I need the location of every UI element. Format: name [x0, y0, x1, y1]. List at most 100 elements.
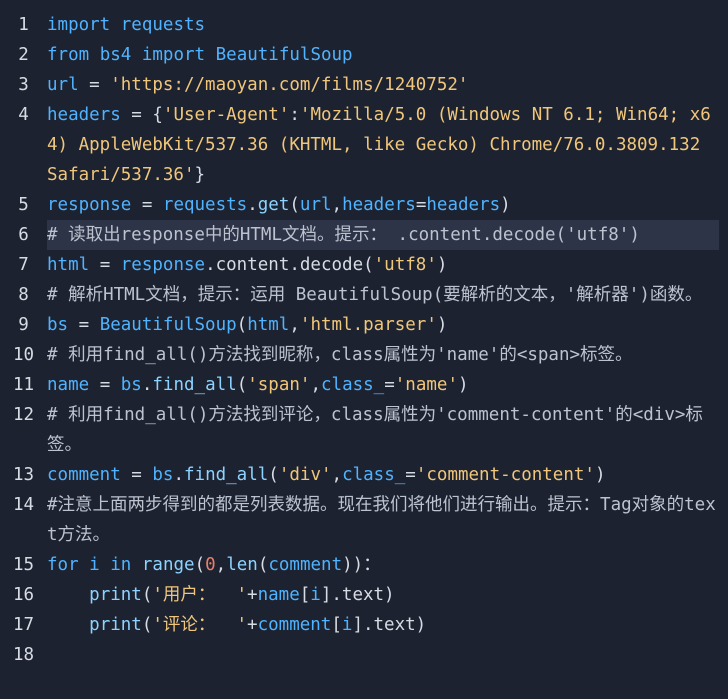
- code-token: url: [299, 195, 332, 215]
- code-line[interactable]: 5 response = requests.get(url,headers=hea…: [0, 190, 728, 220]
- code-token: ): [457, 375, 469, 395]
- code-token: (: [236, 375, 248, 395]
- line-number: 3: [18, 75, 29, 95]
- code-token: =: [68, 315, 100, 335]
- code-line[interactable]: 10 # 利用find_all()方法找到昵称，class属性为'name'的<s…: [0, 340, 728, 370]
- code-token: class_: [321, 375, 385, 395]
- code-text[interactable]: import requests: [47, 10, 719, 40]
- code-text[interactable]: name = bs.find_all('span',class_='name'): [47, 370, 719, 400]
- code-token: for: [47, 555, 79, 575]
- code-token: [: [299, 585, 311, 605]
- code-token: BeautifulSoup: [215, 45, 353, 65]
- code-token: find_all: [184, 465, 269, 485]
- code-token: =: [405, 465, 416, 485]
- code-token: ))：: [342, 555, 381, 575]
- code-line[interactable]: 15 for i in range(0,len(comment))：: [0, 550, 728, 580]
- code-token: =: [89, 375, 121, 395]
- code-text[interactable]: print('评论： '+comment[i].text): [47, 610, 719, 640]
- line-number: 7: [18, 255, 29, 275]
- code-text[interactable]: bs = BeautifulSoup(html,'html.parser'): [47, 310, 719, 340]
- code-line[interactable]: 7 html = response.content.decode('utf8'): [0, 250, 728, 280]
- code-line[interactable]: 9 bs = BeautifulSoup(html,'html.parser'): [0, 310, 728, 340]
- code-token: ,: [331, 195, 343, 215]
- code-editor[interactable]: 1 import requests 2 from bs4 import Beautif…: [0, 0, 728, 699]
- code-text[interactable]: from bs4 import BeautifulSoup: [47, 40, 719, 70]
- code-token: # 解析HTML文档，提示：运用 BeautifulSoup(要解析的文本，'解…: [47, 285, 703, 305]
- code-token: =: [415, 195, 427, 215]
- code-text[interactable]: response = requests.get(url,headers=head…: [47, 190, 719, 220]
- code-line[interactable]: 16 print('用户： '+name[i].text): [0, 580, 728, 610]
- code-text[interactable]: print('用户： '+name[i].text): [47, 580, 719, 610]
- line-number: 16: [12, 585, 35, 605]
- code-token: (: [194, 555, 206, 575]
- code-token: +: [247, 585, 258, 605]
- code-text[interactable]: # 解析HTML文档，提示：运用 BeautifulSoup(要解析的文本，'解…: [47, 280, 719, 310]
- code-token: ,: [331, 465, 343, 485]
- code-line[interactable]: 4 headers = {'User-Agent':'Mozilla/5.0 (W…: [0, 100, 728, 190]
- code-text[interactable]: # 利用find_all()方法找到评论，class属性为'comment-co…: [47, 400, 719, 460]
- code-text[interactable]: for i in range(0,len(comment))：: [47, 550, 719, 580]
- code-token: in: [110, 555, 132, 575]
- code-token: 'User-Agent': [162, 105, 290, 125]
- line-number: 9: [18, 315, 29, 335]
- code-line[interactable]: 2 from bs4 import BeautifulSoup: [0, 40, 728, 70]
- code-text[interactable]: [47, 640, 719, 670]
- code-token: range: [141, 555, 195, 575]
- code-token: ,: [310, 375, 321, 395]
- code-token: response: [47, 195, 132, 215]
- code-token: # 利用find_all()方法找到昵称，class属性为'name'的<spa…: [47, 345, 633, 365]
- code-token: ].text): [352, 615, 427, 635]
- code-token: +: [247, 615, 258, 635]
- code-token: requests: [162, 195, 248, 215]
- code-token: (: [236, 315, 248, 335]
- code-line[interactable]: 11 name = bs.find_all('span',class_='name…: [0, 370, 728, 400]
- code-line[interactable]: 3 url = 'https://maoyan.com/films/1240752…: [0, 70, 728, 100]
- code-line[interactable]: 12 # 利用find_all()方法找到评论，class属性为'comment-…: [0, 400, 728, 460]
- code-token: comment: [257, 615, 332, 635]
- code-text[interactable]: html = response.content.decode('utf8'): [47, 250, 719, 280]
- code-token: =: [120, 465, 153, 485]
- code-text[interactable]: headers = {'User-Agent':'Mozilla/5.0 (Wi…: [47, 100, 719, 190]
- code-line[interactable]: 18: [0, 640, 728, 670]
- code-token: = {: [120, 105, 163, 125]
- code-text[interactable]: url = 'https://maoyan.com/films/1240752': [47, 70, 719, 100]
- code-token: get: [257, 195, 290, 215]
- code-token: }: [194, 165, 206, 185]
- line-number: 11: [12, 375, 35, 395]
- code-token: =: [131, 195, 163, 215]
- code-token: .: [141, 375, 153, 395]
- code-token: (: [257, 555, 269, 575]
- code-token: [: [331, 615, 342, 635]
- code-line[interactable]: 14 #注意上面两步得到的都是列表数据。现在我们将他们进行输出。提示：Tag对象的…: [0, 490, 728, 550]
- code-token: (: [141, 585, 153, 605]
- line-number: 15: [12, 555, 35, 575]
- code-text[interactable]: # 读取出response中的HTML文档。提示： .content.decod…: [47, 220, 719, 250]
- code-line[interactable]: 8 # 解析HTML文档，提示：运用 BeautifulSoup(要解析的文本，'…: [0, 280, 728, 310]
- code-token: (: [141, 615, 153, 635]
- code-token: import: [141, 45, 206, 65]
- code-token: name: [257, 585, 300, 605]
- code-line[interactable]: 1 import requests: [0, 10, 728, 40]
- code-line[interactable]: 6 # 读取出response中的HTML文档。提示： .content.deco…: [0, 220, 728, 250]
- code-token: from: [47, 45, 90, 65]
- code-line[interactable]: 13 comment = bs.find_all('div',class_='co…: [0, 460, 728, 490]
- code-text[interactable]: # 利用find_all()方法找到昵称，class属性为'name'的<spa…: [47, 340, 719, 370]
- code-token: comment: [47, 465, 121, 485]
- code-token: =: [384, 375, 395, 395]
- line-number: 2: [18, 45, 29, 65]
- code-text[interactable]: #注意上面两步得到的都是列表数据。现在我们将他们进行输出。提示：Tag对象的te…: [47, 490, 719, 550]
- code-token: i: [310, 585, 321, 605]
- code-token: bs: [120, 375, 142, 395]
- code-token: ): [436, 315, 448, 335]
- code-line[interactable]: 17 print('评论： '+comment[i].text): [0, 610, 728, 640]
- code-token: '用户： ': [152, 585, 248, 605]
- code-token: =: [89, 255, 121, 275]
- code-token: .: [173, 465, 184, 485]
- code-text[interactable]: comment = bs.find_all('div',class_='comm…: [47, 460, 719, 490]
- code-token: BeautifulSoup: [99, 315, 237, 335]
- code-token: .content.decode(: [205, 255, 374, 275]
